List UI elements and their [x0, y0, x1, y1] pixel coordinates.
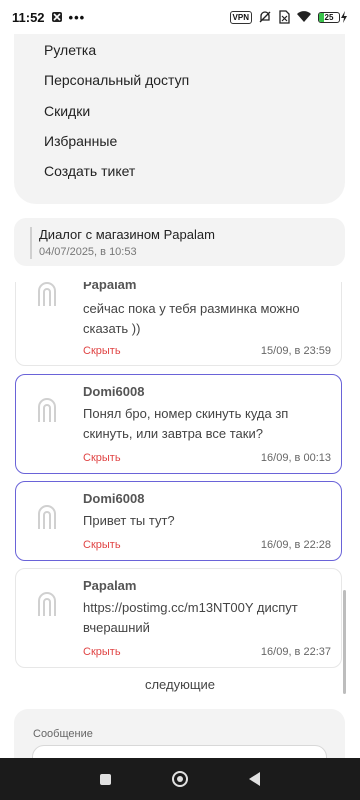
- menu-item-personal-access[interactable]: Персональный доступ: [44, 72, 189, 88]
- hide-message-button[interactable]: Скрыть: [83, 646, 121, 658]
- message-text: https://postimg.cc/m13NT00Y диспут вчера…: [83, 600, 298, 635]
- vpn-badge: VPN: [229, 10, 252, 24]
- menu-item-favorites[interactable]: Избранные: [44, 133, 117, 149]
- message-time: 16/09, в 22:37: [260, 646, 331, 658]
- message-card: Papalam https://postimg.cc/m13NT00Y дисп…: [15, 568, 342, 668]
- battery-icon: 25: [318, 11, 348, 23]
- message-author: Domi6008: [83, 384, 145, 399]
- message-time: 16/09, в 22:28: [260, 539, 331, 551]
- message-author: Papalam: [83, 282, 137, 292]
- message-time: 15/09, в 23:59: [260, 345, 331, 357]
- message-text: сейчас пока у тебя разминка можно сказат…: [83, 301, 300, 336]
- recents-square-icon[interactable]: [100, 773, 112, 785]
- menu-item-create-ticket[interactable]: Создать тикет: [44, 163, 135, 179]
- wifi-icon: [297, 11, 311, 22]
- message-time: 16/09, в 00:13: [260, 452, 331, 464]
- papalam-logo-icon: [38, 592, 56, 616]
- menu-item-discounts[interactable]: Скидки: [44, 103, 90, 119]
- system-nav-bar: [0, 758, 360, 800]
- status-bar: 11:52 ••• VPN 25: [0, 0, 360, 34]
- message-text: Понял бро, номер скинуть куда зп скинуть…: [83, 406, 289, 441]
- papalam-logo-icon: [38, 282, 56, 306]
- dialog-accent-bar: [30, 227, 32, 259]
- message-field-label: Сообщение: [33, 728, 93, 740]
- battery-percent: 25: [324, 12, 334, 22]
- message-author: Domi6008: [83, 491, 145, 506]
- hide-message-button[interactable]: Скрыть: [83, 452, 121, 464]
- more-notifications-icon: •••: [68, 9, 86, 25]
- papalam-logo-icon: [38, 505, 56, 529]
- hide-message-button[interactable]: Скрыть: [83, 539, 121, 551]
- message-text: Привет ты тут?: [83, 513, 175, 528]
- message-card-own: Domi6008 Понял бро, номер скинуть куда з…: [15, 374, 342, 474]
- muted-bell-icon: [259, 11, 271, 23]
- message-feed[interactable]: Papalam сейчас пока у тебя разминка можн…: [0, 282, 360, 696]
- menu-item-roulette[interactable]: Рулетка: [44, 42, 96, 58]
- menu-card: Рулетка Персональный доступ Скидки Избра…: [14, 34, 345, 204]
- dialog-date: 04/07/2025, в 10:53: [39, 246, 137, 258]
- hide-message-button[interactable]: Скрыть: [83, 345, 121, 357]
- no-sim-icon: [279, 10, 290, 24]
- dialog-title: Диалог с магазином Papalam: [39, 227, 215, 242]
- next-page-button[interactable]: следующие: [0, 677, 360, 692]
- status-time: 11:52: [12, 9, 45, 25]
- message-author: Papalam: [83, 578, 137, 593]
- back-triangle-icon[interactable]: [248, 772, 260, 786]
- papalam-logo-icon: [38, 398, 56, 422]
- dialog-header: Диалог с магазином Papalam 04/07/2025, в…: [14, 218, 345, 266]
- home-circle-icon[interactable]: [171, 771, 188, 787]
- app-notification-icon: [51, 12, 62, 22]
- message-card: Papalam сейчас пока у тебя разминка можн…: [15, 282, 342, 366]
- charging-bolt-icon: [341, 11, 347, 23]
- message-card-own: Domi6008 Привет ты тут? Скрыть 16/09, в …: [15, 481, 342, 561]
